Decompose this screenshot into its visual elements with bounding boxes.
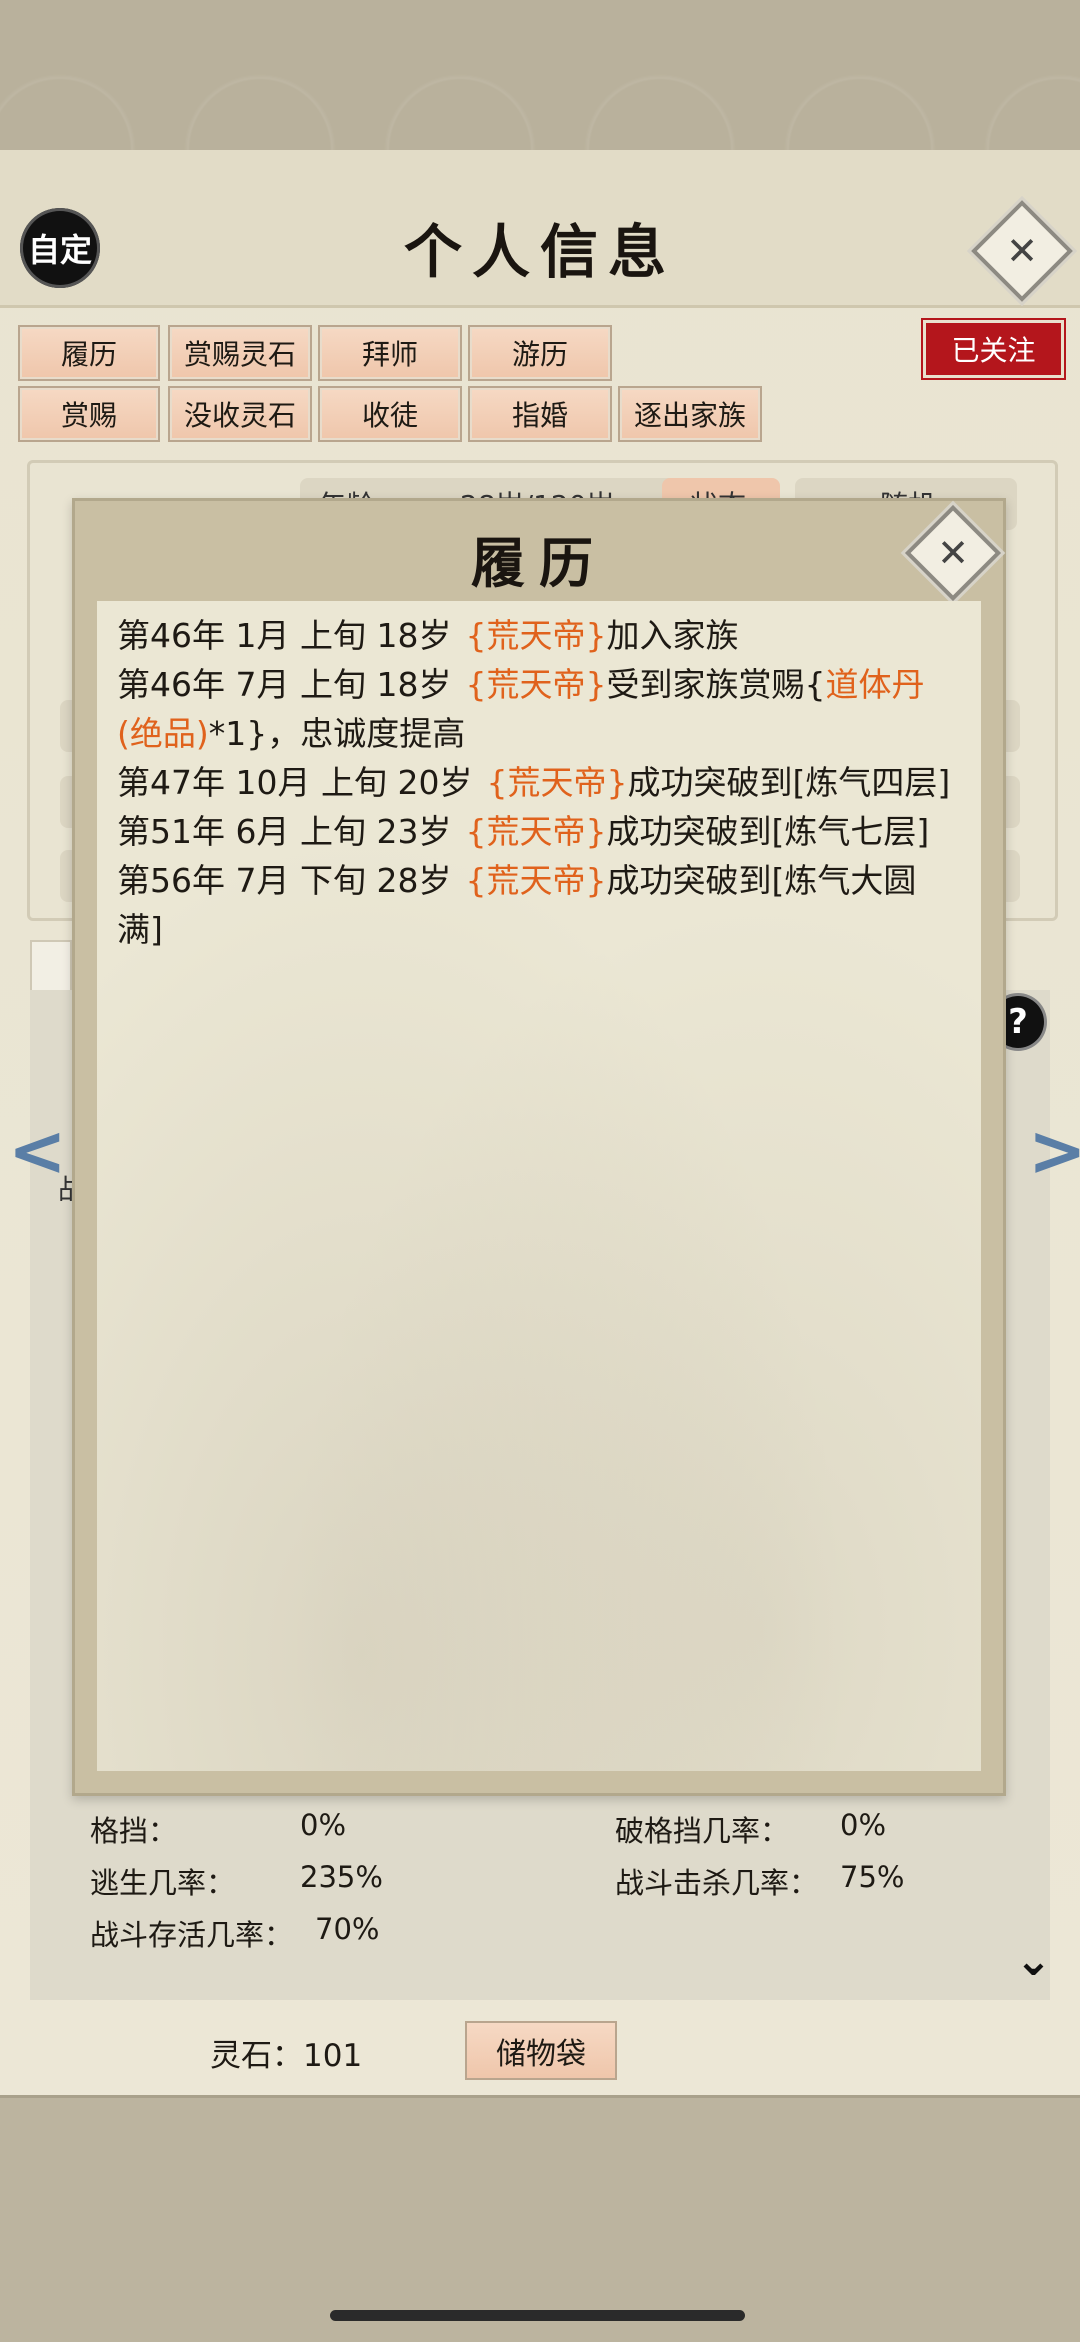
resume-record: 第46年 7月 上旬 18岁 {荒天帝}受到家族赏赐{道体丹(绝品)*1}，忠诚度… [117,660,957,758]
tab-take-disciple[interactable]: 收徒 [318,386,462,442]
prev-arrow-icon[interactable]: < [8,1110,67,1192]
resume-record: 第46年 1月 上旬 18岁 {荒天帝}加入家族 [117,611,957,660]
tab-apprentice[interactable]: 拜师 [318,325,462,381]
chevron-down-icon[interactable]: ⌄ [1015,1935,1052,1986]
record-name: {荒天帝} [465,861,607,900]
close-icon: ✕ [1006,229,1038,273]
bottom-decoration [0,2095,1080,2342]
tab-travel[interactable]: 游历 [468,325,612,381]
close-icon: ✕ [937,531,969,575]
record-name: {荒天帝} [486,763,628,802]
survive-value: 70% [315,1912,380,1946]
tab-reward-stones[interactable]: 赏赐灵石 [168,325,312,381]
auto-button[interactable]: 自定 [20,208,100,288]
resume-list: 第46年 1月 上旬 18岁 {荒天帝}加入家族 第46年 7月 上旬 18岁 {荒… [97,601,981,1771]
block-value: 0% [300,1808,347,1842]
record-name: {荒天帝} [465,665,607,704]
record-time: 第47年 10月 上旬 20岁 [117,763,473,802]
resume-record: 第56年 7月 下旬 28岁 {荒天帝}成功突破到[炼气大圆满] [117,856,957,954]
tab-confiscate-stones[interactable]: 没收灵石 [168,386,312,442]
resume-modal: 履历 ✕ 第46年 1月 上旬 18岁 {荒天帝}加入家族 第46年 7月 上旬 … [72,498,1006,1796]
survive-label: 战斗存活几率： [90,1918,294,1952]
record-tail: *1}，忠诚度提高 [208,714,466,753]
kill-value: 75% [840,1860,905,1894]
record-name: {荒天帝} [465,616,607,655]
tab-expel[interactable]: 逐出家族 [618,386,762,442]
page-title: 个人信息 [403,218,676,286]
kill-label: 战斗击杀几率： [615,1866,819,1900]
tab-arrange-marriage[interactable]: 指婚 [468,386,612,442]
record-text: 受到家族赏赐{ [606,665,826,704]
record-time: 第46年 1月 上旬 18岁 [117,616,452,655]
tab-resume[interactable]: 履历 [18,325,160,381]
record-time: 第51年 6月 上旬 23岁 [117,812,452,851]
record-time: 第46年 7月 上旬 18岁 [117,665,452,704]
record-time: 第56年 7月 下旬 28岁 [117,861,452,900]
storage-bag-button[interactable]: 储物袋 [465,2021,617,2080]
followed-badge[interactable]: 已关注 [926,323,1061,375]
record-text: 成功突破到[炼气七层] [606,812,930,851]
home-indicator[interactable] [330,2310,745,2321]
block-label: 格挡： [90,1814,178,1848]
record-text: 加入家族 [606,616,739,655]
break-block-label: 破格挡几率： [615,1814,790,1848]
spirit-stone-count: 灵石：101 [210,2038,363,2074]
top-decoration [0,0,1080,154]
resume-record: 第51年 6月 上旬 23岁 {荒天帝}成功突破到[炼气七层] [117,807,957,856]
resume-record: 第47年 10月 上旬 20岁 {荒天帝}成功突破到[炼气四层] [117,758,957,807]
escape-label: 逃生几率： [90,1866,236,1900]
record-name: {荒天帝} [465,812,607,851]
lower-tab[interactable] [30,940,72,992]
escape-value: 235% [300,1860,383,1894]
modal-title: 履历 [471,531,607,595]
tab-reward[interactable]: 赏赐 [18,386,160,442]
record-text: 成功突破到[炼气四层] [627,763,951,802]
break-block-value: 0% [840,1808,887,1842]
next-arrow-icon[interactable]: > [1028,1110,1080,1192]
